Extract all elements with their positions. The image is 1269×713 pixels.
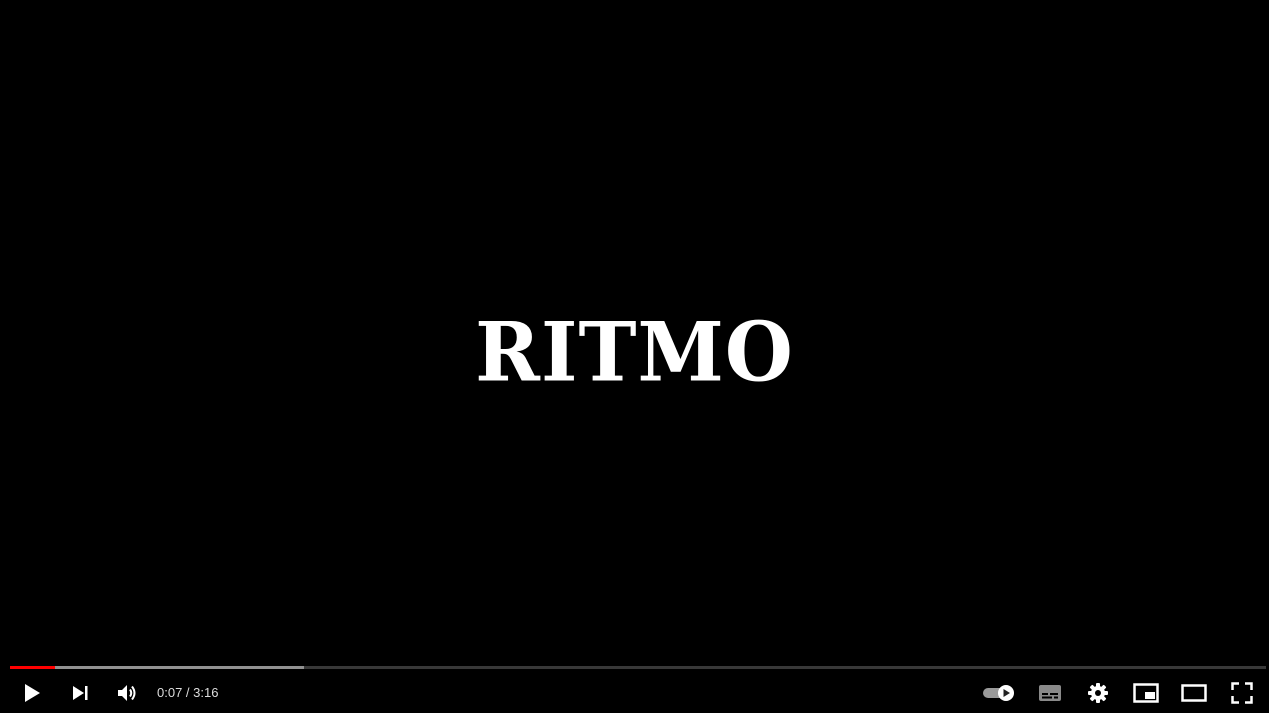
time-display: 0:07 / 3:16 xyxy=(157,685,218,700)
miniplayer-icon xyxy=(1133,683,1159,703)
next-button[interactable] xyxy=(62,678,98,708)
theater-mode-icon xyxy=(1181,684,1207,702)
next-icon xyxy=(70,683,90,703)
current-time: 0:07 xyxy=(157,685,183,700)
play-icon xyxy=(22,682,42,704)
video-title-card: RITMO xyxy=(475,304,794,401)
settings-button[interactable] xyxy=(1080,678,1116,708)
time-separator: / xyxy=(182,685,194,700)
progress-bar[interactable] xyxy=(10,666,1266,669)
fullscreen-icon xyxy=(1231,682,1253,704)
duration: 3:16 xyxy=(193,685,219,700)
play-button[interactable] xyxy=(14,678,50,708)
subtitles-button[interactable] xyxy=(1032,678,1068,708)
video-player[interactable]: RITMO 0:07 / 3:16 xyxy=(0,0,1269,713)
player-controls: 0:07 / 3:16 xyxy=(0,672,1269,713)
autoplay-toggle-icon xyxy=(981,683,1017,703)
progress-played xyxy=(10,666,56,669)
volume-icon xyxy=(116,683,138,703)
theater-mode-button[interactable] xyxy=(1176,678,1212,708)
fullscreen-button[interactable] xyxy=(1224,678,1260,708)
settings-gear-icon xyxy=(1087,682,1109,704)
miniplayer-button[interactable] xyxy=(1128,678,1164,708)
mute-button[interactable] xyxy=(109,678,145,708)
autoplay-toggle[interactable] xyxy=(980,678,1018,708)
subtitles-icon xyxy=(1038,684,1062,702)
